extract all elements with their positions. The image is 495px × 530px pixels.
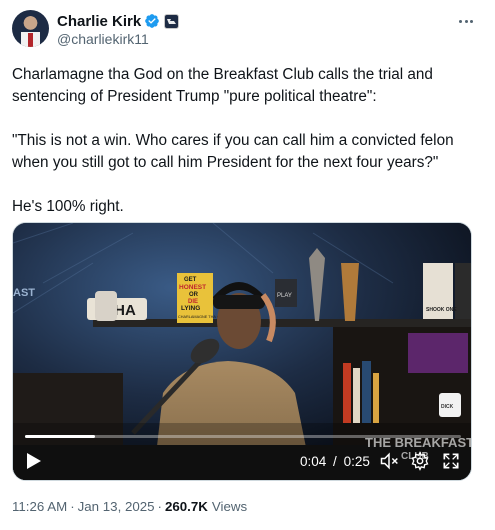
plaque-text: PLAY <box>277 293 292 299</box>
tweet-date[interactable]: Jan 13, 2025 <box>78 499 155 514</box>
wall-text: AST <box>13 287 35 299</box>
video-current-time: 0:04 <box>300 454 327 469</box>
tweet-paragraph: "This is not a win. Who cares if you can… <box>12 132 454 171</box>
figurine <box>95 291 117 321</box>
book-title-line: LYING <box>181 305 200 312</box>
tweet: Charlie Kirk @charliekirk11 Charlamagne … <box>0 0 495 530</box>
video-player[interactable]: AST THA GET HONEST OR DIE LYING CHARLAMA… <box>12 222 472 481</box>
bookcase-book <box>343 363 351 423</box>
bookcase-book <box>362 361 371 423</box>
poster <box>408 333 468 373</box>
book-title-line: OR <box>189 292 199 298</box>
author-name-row: Charlie Kirk <box>57 11 180 31</box>
tweet-text: Charlamagne tha God on the Breakfast Clu… <box>12 64 482 218</box>
video-time-separator: / <box>333 454 337 469</box>
video-duration: 0:25 <box>343 454 370 469</box>
meta-separator: · <box>157 499 162 514</box>
book-title-line: HONEST <box>179 284 206 291</box>
tweet-paragraph: He's 100% right. <box>12 198 124 215</box>
tweet-paragraph: Charlamagne tha God on the Breakfast Clu… <box>12 66 433 105</box>
play-icon[interactable] <box>26 452 42 470</box>
author-avatar[interactable] <box>12 10 49 47</box>
more-options-button[interactable] <box>456 11 476 31</box>
more-dot-icon <box>459 19 463 23</box>
video-progress <box>25 435 95 438</box>
video-frame: AST THA GET HONEST OR DIE LYING CHARLAMA… <box>13 223 471 480</box>
fullscreen-icon[interactable] <box>441 451 461 471</box>
verified-badge-icon <box>145 14 160 28</box>
shelf-book-title: SHOOK ONE <box>426 307 457 313</box>
author-handle[interactable]: @charliekirk11 <box>57 31 149 47</box>
settings-gear-icon[interactable] <box>410 451 430 471</box>
video-control-bar: 0:04 / 0:25 <box>12 444 472 480</box>
more-dot-icon <box>469 19 473 23</box>
shelf-book <box>455 263 471 319</box>
views-count: 260.7K <box>164 499 208 514</box>
author-display-name[interactable]: Charlie Kirk <box>57 13 141 30</box>
tweet-time[interactable]: 11:26 AM <box>12 499 67 514</box>
video-time: 0:04 / 0:25 <box>300 454 370 469</box>
video-scrubber[interactable] <box>25 435 461 438</box>
shelf <box>93 319 471 327</box>
meta-separator: · <box>70 499 75 514</box>
more-dot-icon <box>464 19 468 23</box>
volume-muted-icon[interactable] <box>379 451 399 471</box>
avatar-tie <box>28 33 33 47</box>
views-label: Views <box>211 499 248 514</box>
bookcase-book <box>373 373 379 423</box>
bookcase-book <box>353 368 360 423</box>
affiliation-badge-icon[interactable] <box>164 13 180 29</box>
host-beanie-band <box>213 295 265 309</box>
affiliation-logo-icon <box>167 18 177 24</box>
mug-text: DICK <box>441 404 454 410</box>
book-title-line: GET <box>184 277 197 283</box>
tweet-meta: 11:26 AM · Jan 13, 2025 · 260.7K Views <box>12 499 247 514</box>
